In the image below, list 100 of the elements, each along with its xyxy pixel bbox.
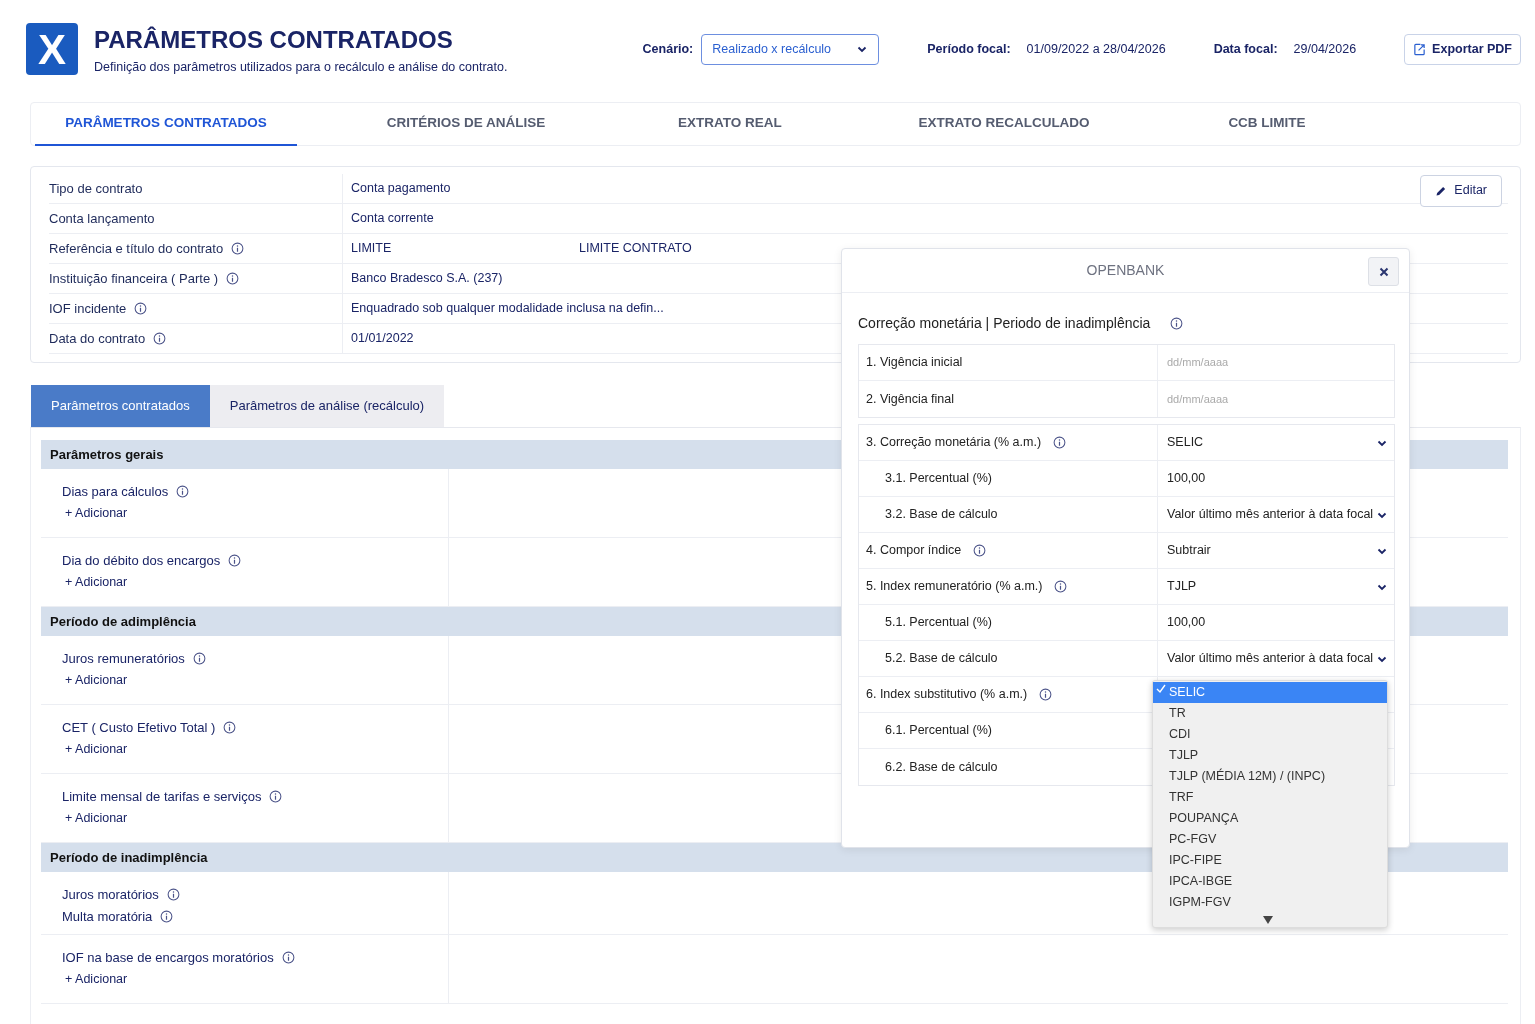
dropdown-option[interactable]: SELIC [1153, 682, 1387, 703]
field-label: Conta lançamento [49, 209, 155, 228]
add-link[interactable]: + Adicionar [62, 807, 128, 830]
dropdown-option[interactable]: TRF [1153, 787, 1387, 808]
field-label: Limite mensal de tarifas e serviços [62, 788, 262, 806]
add-link[interactable]: + Adicionar [62, 502, 128, 525]
add-link[interactable]: + Adicionar [62, 738, 128, 761]
info-icon[interactable] [1170, 317, 1184, 330]
tab[interactable]: PARÂMETROS CONTRATADOS [35, 102, 297, 146]
select-field[interactable]: Subtrair [1158, 533, 1394, 568]
field-label: IOF na base de encargos moratórios [62, 949, 274, 967]
field-label: 5.2. Base de cálculo [885, 650, 998, 668]
field-label: Multa moratória [62, 908, 153, 926]
dropdown-option[interactable]: POUPANÇA [1153, 808, 1387, 829]
field-label: 6.1. Percentual (%) [885, 722, 992, 740]
dropdown-option[interactable]: CDI [1153, 724, 1387, 745]
page-title: PARÂMETROS CONTRATADOS [94, 25, 454, 55]
field-value: LIMITE CONTRATO [578, 239, 692, 257]
field-label: Tipo de contrato [49, 179, 143, 198]
tab[interactable]: CCB LIMITE [1183, 102, 1351, 146]
info-icon[interactable] [973, 544, 987, 557]
select-field[interactable]: TJLP [1158, 569, 1394, 604]
info-icon[interactable] [160, 910, 174, 924]
field-label: Dia do débito dos encargos [62, 552, 221, 570]
field-label: Data do contrato [49, 329, 146, 348]
period-label: Período focal: [927, 41, 1011, 58]
info-icon[interactable] [134, 301, 148, 315]
dropdown-option[interactable]: TJLP [1153, 745, 1387, 766]
pencil-icon [1435, 184, 1448, 197]
tab[interactable]: Parâmetros contratados [31, 384, 210, 427]
focal-date-label: Data focal: [1213, 41, 1278, 58]
select-value: Subtrair [1167, 542, 1211, 560]
close-icon [1378, 267, 1389, 278]
select-field[interactable]: Valor último mês anterior à data focal [1158, 641, 1394, 676]
field-label: 4. Compor índice [866, 542, 962, 560]
tab[interactable]: EXTRATO REAL [635, 102, 825, 146]
field-label: 5.1. Percentual (%) [885, 614, 992, 632]
info-icon[interactable] [1053, 436, 1067, 449]
add-link[interactable]: + Adicionar [62, 968, 128, 991]
export-pdf-button[interactable]: Exportar PDF [1404, 33, 1521, 65]
info-icon[interactable] [166, 888, 180, 902]
field-label: 3.1. Percentual (%) [885, 470, 992, 488]
dropdown-option[interactable]: TR [1153, 703, 1387, 724]
field-label: IOF incidente [49, 299, 127, 318]
edit-button[interactable]: Editar [1420, 174, 1502, 207]
page-subtitle: Definição dos parâmetros utilizados para o recálculo e análise do contrato. [94, 59, 508, 76]
dropdown-option[interactable]: IPC-FIPE [1153, 850, 1387, 871]
field-value: Conta pagamento [350, 179, 451, 197]
info-icon[interactable] [281, 951, 295, 965]
field-value: LIMITE [350, 239, 393, 257]
info-icon[interactable] [228, 554, 242, 568]
info-icon[interactable] [153, 331, 167, 345]
select-value: Valor último mês anterior à data focal [1167, 650, 1374, 668]
tab[interactable]: Parâmetros de análise (recálculo) [209, 384, 445, 427]
field-label: 1. Vigência inicial [866, 354, 963, 372]
select-value: TJLP [1167, 578, 1197, 596]
field-label: Dias para cálculos [62, 483, 169, 501]
select-field[interactable]: Valor último mês anterior à data focal [1158, 497, 1394, 532]
field-label: 3.2. Base de cálculo [885, 506, 998, 524]
field-label: Juros remuneratórios [62, 650, 185, 668]
field-value: 01/01/2022 [350, 329, 414, 347]
info-icon[interactable] [231, 241, 245, 255]
dropdown-option[interactable]: IGPM-FGV [1153, 892, 1387, 913]
section-title: Correção monetária | Periodo de inadimplência [858, 314, 1151, 333]
input-field[interactable]: 100,00 [1167, 469, 1206, 488]
info-icon[interactable] [1054, 580, 1068, 593]
focal-date-value: 29/04/2026 [1293, 41, 1357, 58]
period-value: 01/09/2022 a 28/04/2026 [1026, 41, 1166, 58]
field-label: 6. Index substitutivo (% a.m.) [866, 686, 1028, 704]
field-label: CET ( Custo Efetivo Total ) [62, 719, 216, 737]
close-button[interactable] [1368, 257, 1399, 286]
input-field[interactable]: 100,00 [1167, 613, 1206, 632]
export-icon [1413, 42, 1427, 56]
modal-title: OPENBANK [1086, 261, 1165, 280]
info-icon[interactable] [269, 790, 283, 804]
field-label: 2. Vigência final [866, 390, 955, 408]
tab[interactable]: EXTRATO RECALCULADO [825, 102, 1183, 146]
field-value: Banco Bradesco S.A. (237) [350, 269, 503, 287]
tab[interactable]: CRITÉRIOS DE ANÁLISE [297, 102, 635, 146]
field-value: Conta corrente [350, 209, 434, 227]
field-label: 6.2. Base de cálculo [885, 758, 998, 776]
field-label: 5. Index remuneratório (% a.m.) [866, 578, 1043, 596]
field-label: Juros moratórios [62, 886, 159, 904]
dropdown-option[interactable]: TJLP (MÉDIA 12M) / (INPC) [1153, 766, 1387, 787]
scroll-down-icon[interactable] [1263, 916, 1273, 924]
dropdown-option[interactable]: IPCA-IBGE [1153, 871, 1387, 892]
checkmark-icon [1156, 684, 1166, 694]
add-link[interactable]: + Adicionar [62, 571, 128, 594]
logo: X [26, 23, 78, 76]
info-icon[interactable] [176, 485, 190, 499]
info-icon[interactable] [1039, 688, 1053, 701]
field-value: Enquadrado sob qualquer modalidade inclusa na defin... [350, 299, 664, 317]
info-icon[interactable] [223, 721, 237, 735]
scenario-label: Cenário: [642, 41, 694, 58]
field-label: Referência e título do contrato [49, 239, 224, 258]
select-value: Valor último mês anterior à data focal [1167, 506, 1374, 524]
info-icon[interactable] [226, 271, 240, 285]
scenario-select[interactable]: Realizado x recálculo [701, 33, 880, 65]
info-icon[interactable] [192, 652, 206, 666]
add-link[interactable]: + Adicionar [62, 669, 128, 692]
